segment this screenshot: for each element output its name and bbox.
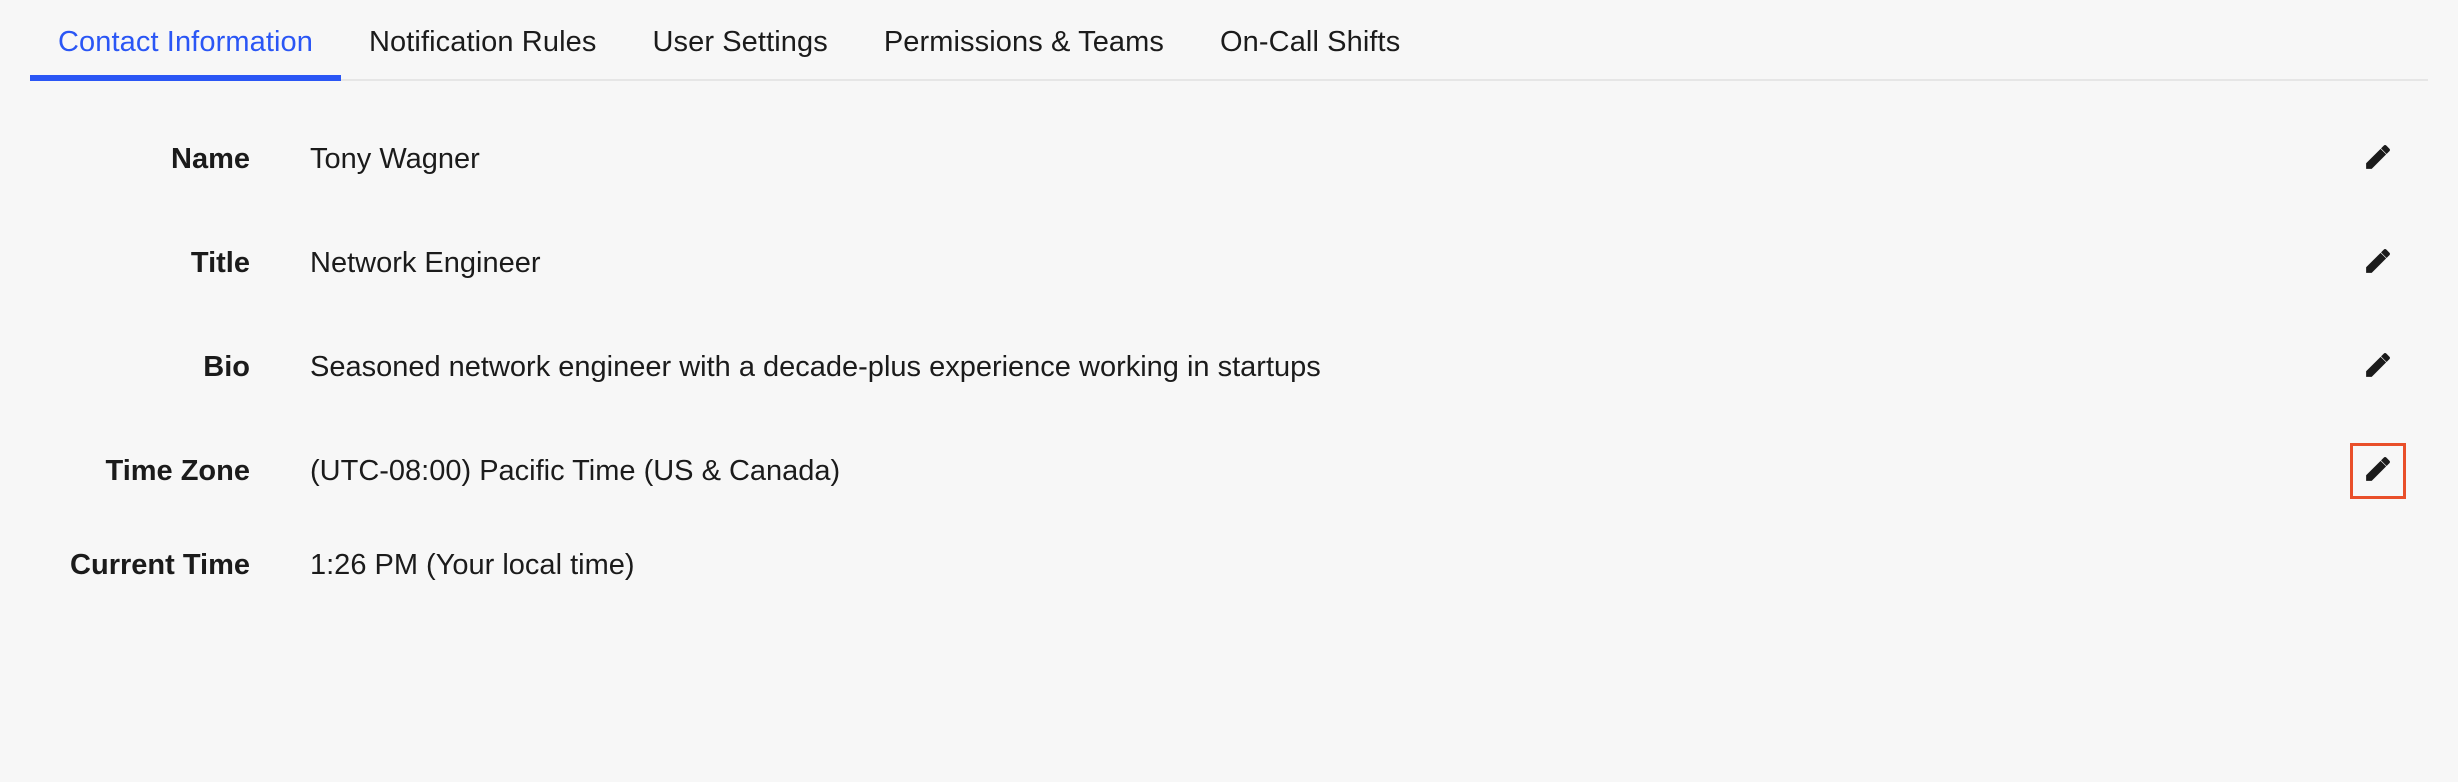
pencil-icon (2363, 246, 2393, 281)
pencil-icon (2363, 142, 2393, 177)
edit-title-button[interactable] (2350, 235, 2406, 291)
value-timezone: (UTC-08:00) Pacific Time (US & Canada) (310, 455, 2348, 488)
value-bio: Seasoned network engineer with a decade-… (310, 351, 2348, 384)
value-title: Network Engineer (310, 247, 2348, 280)
pencil-icon (2363, 454, 2393, 489)
contact-info-panel: Name Tony Wagner Title Network Engineer … (30, 81, 2428, 583)
tab-on-call-shifts[interactable]: On-Call Shifts (1220, 18, 1400, 79)
row-timezone: Time Zone (UTC-08:00) Pacific Time (US &… (50, 443, 2408, 499)
row-current-time: Current Time 1:26 PM (Your local time) (50, 547, 2408, 583)
edit-bio-button[interactable] (2350, 339, 2406, 395)
tab-permissions-teams[interactable]: Permissions & Teams (884, 18, 1164, 79)
edit-timezone-button[interactable] (2350, 443, 2406, 499)
tab-user-settings[interactable]: User Settings (652, 18, 827, 79)
tab-notification-rules[interactable]: Notification Rules (369, 18, 596, 79)
tab-contact-information[interactable]: Contact Information (58, 18, 313, 79)
row-title: Title Network Engineer (50, 235, 2408, 291)
edit-name-button[interactable] (2350, 131, 2406, 187)
pencil-icon (2363, 350, 2393, 385)
row-bio: Bio Seasoned network engineer with a dec… (50, 339, 2408, 395)
label-title: Title (50, 247, 310, 280)
value-current-time: 1:26 PM (Your local time) (310, 549, 2348, 582)
value-name: Tony Wagner (310, 143, 2348, 176)
tabs-container: Contact Information Notification Rules U… (30, 18, 2428, 81)
label-bio: Bio (50, 351, 310, 384)
label-timezone: Time Zone (50, 455, 310, 488)
row-name: Name Tony Wagner (50, 131, 2408, 187)
label-name: Name (50, 143, 310, 176)
label-current-time: Current Time (50, 549, 310, 582)
